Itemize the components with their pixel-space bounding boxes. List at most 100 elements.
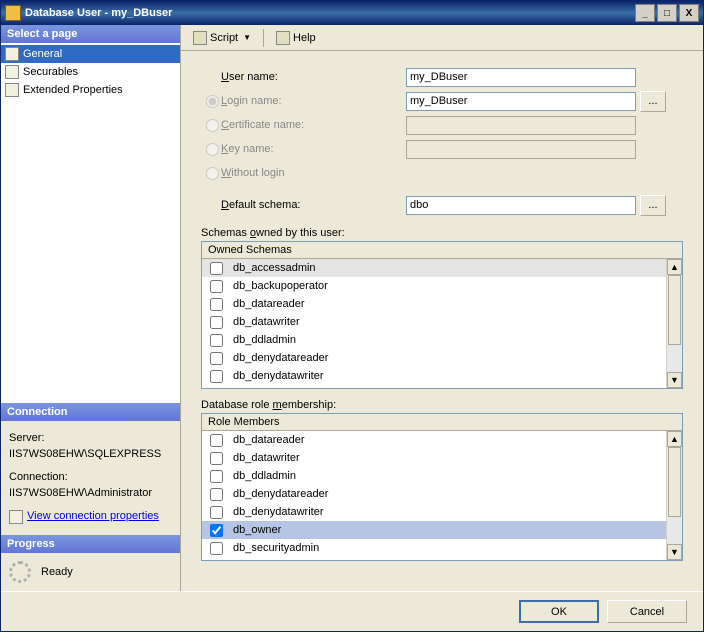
titlebar[interactable]: Database User - my_DBuser _ □ X [1,1,703,25]
scroll-up-icon[interactable]: ▲ [667,259,682,275]
role-row[interactable]: db_ddladmin [202,467,666,485]
connection-icon [9,510,23,524]
certificate-radio [206,119,219,132]
schema-name: db_denydatawriter [233,370,324,382]
schema-checkbox[interactable] [210,262,223,275]
chevron-down-icon: ▼ [243,33,251,42]
minimize-button[interactable]: _ [635,4,655,22]
key-radio [206,143,219,156]
toolbar-separator [263,29,264,47]
progress-spinner-icon [9,561,31,583]
schema-checkbox[interactable] [210,280,223,293]
app-icon [5,5,21,21]
window-title: Database User - my_DBuser [25,7,172,19]
role-row[interactable]: db_securityadmin [202,539,666,557]
schema-name: db_denydatareader [233,352,328,364]
script-icon [193,31,207,45]
maximize-button[interactable]: □ [657,4,677,22]
certificate-input [406,116,636,135]
roles-scrollbar[interactable]: ▲ ▼ [666,431,682,560]
login-name-radio [206,95,219,108]
key-input [406,140,636,159]
role-row[interactable]: db_denydatawriter [202,503,666,521]
progress-body: Ready [1,553,180,591]
role-checkbox[interactable] [210,488,223,501]
scroll-thumb[interactable] [668,447,681,517]
certificate-label: ertificate name: [229,119,304,131]
schema-checkbox[interactable] [210,352,223,365]
role-checkbox[interactable] [210,542,223,555]
role-row[interactable]: db_datareader [202,431,666,449]
sidebar-item-securables[interactable]: Securables [1,63,180,81]
schema-checkbox[interactable] [210,298,223,311]
schema-row[interactable]: db_denydatareader [202,349,666,367]
progress-header: Progress [1,535,180,553]
schemas-label-rest: wned by this user: [256,227,345,239]
schemas-scrollbar[interactable]: ▲ ▼ [666,259,682,388]
select-page-header: Select a page [1,25,180,43]
connection-label: Connection: [9,470,172,485]
login-name-label: ogin name: [227,95,281,107]
role-checkbox[interactable] [210,524,223,537]
role-checkbox[interactable] [210,434,223,447]
page-icon [5,65,19,79]
key-label: ey name: [228,143,273,155]
server-value: IIS7WS08EHW\SQLEXPRESS [9,447,172,462]
schema-name: db_accessadmin [233,262,316,274]
schema-checkbox[interactable] [210,316,223,329]
default-schema-input[interactable] [406,196,636,215]
schema-row[interactable]: db_denydatawriter [202,367,666,385]
script-button[interactable]: Script ▼ [187,29,257,47]
help-icon [276,31,290,45]
close-button[interactable]: X [679,4,699,22]
schema-row[interactable]: db_accessadmin [202,259,666,277]
progress-status: Ready [41,566,73,578]
role-name: db_ddladmin [233,470,296,482]
schema-checkbox[interactable] [210,334,223,347]
role-name: db_denydatawriter [233,506,324,518]
scroll-thumb[interactable] [668,275,681,345]
role-name: db_datareader [233,434,305,446]
user-name-label: ser name: [229,71,278,83]
scroll-up-icon[interactable]: ▲ [667,431,682,447]
connection-header: Connection [1,403,180,421]
dialog-button-row: OK Cancel [1,591,703,631]
role-row[interactable]: db_denydatareader [202,485,666,503]
owned-schemas-header[interactable]: Owned Schemas [208,244,676,256]
page-icon [5,47,19,61]
without-login-radio [206,167,219,180]
default-schema-label: efault schema: [229,199,301,211]
schema-row[interactable]: db_datareader [202,295,666,313]
scroll-down-icon[interactable]: ▼ [667,372,682,388]
help-button[interactable]: Help [270,29,322,47]
sidebar-item-extended-properties[interactable]: Extended Properties [1,81,180,99]
connection-info: Server: IIS7WS08EHW\SQLEXPRESS Connectio… [1,421,180,535]
ok-button[interactable]: OK [519,600,599,623]
sidebar-item-general[interactable]: General [1,45,180,63]
schema-browse-button[interactable]: ... [640,195,666,216]
owned-schemas-list: Owned Schemas db_accessadmin db_backupope… [201,241,683,389]
schema-row[interactable]: db_backupoperator [202,277,666,295]
role-checkbox[interactable] [210,506,223,519]
scroll-down-icon[interactable]: ▼ [667,544,682,560]
view-connection-link[interactable]: View connection properties [9,509,159,524]
server-label: Server: [9,431,172,446]
role-checkbox[interactable] [210,470,223,483]
role-name: db_securityadmin [233,542,319,554]
schema-row[interactable]: db_datawriter [202,313,666,331]
cancel-button[interactable]: Cancel [607,600,687,623]
user-name-input[interactable] [406,68,636,87]
left-panel: Select a page GeneralSecurablesExtended … [1,25,181,591]
role-name: db_denydatareader [233,488,328,500]
role-row[interactable]: db_datawriter [202,449,666,467]
role-members-header[interactable]: Role Members [208,416,676,428]
login-name-input[interactable] [406,92,636,111]
dialog-window: Database User - my_DBuser _ □ X Select a… [0,0,704,632]
schema-name: db_backupoperator [233,280,328,292]
page-icon [5,83,19,97]
schema-checkbox[interactable] [210,370,223,383]
schema-row[interactable]: db_ddladmin [202,331,666,349]
login-browse-button[interactable]: ... [640,91,666,112]
role-row[interactable]: db_owner [202,521,666,539]
role-checkbox[interactable] [210,452,223,465]
